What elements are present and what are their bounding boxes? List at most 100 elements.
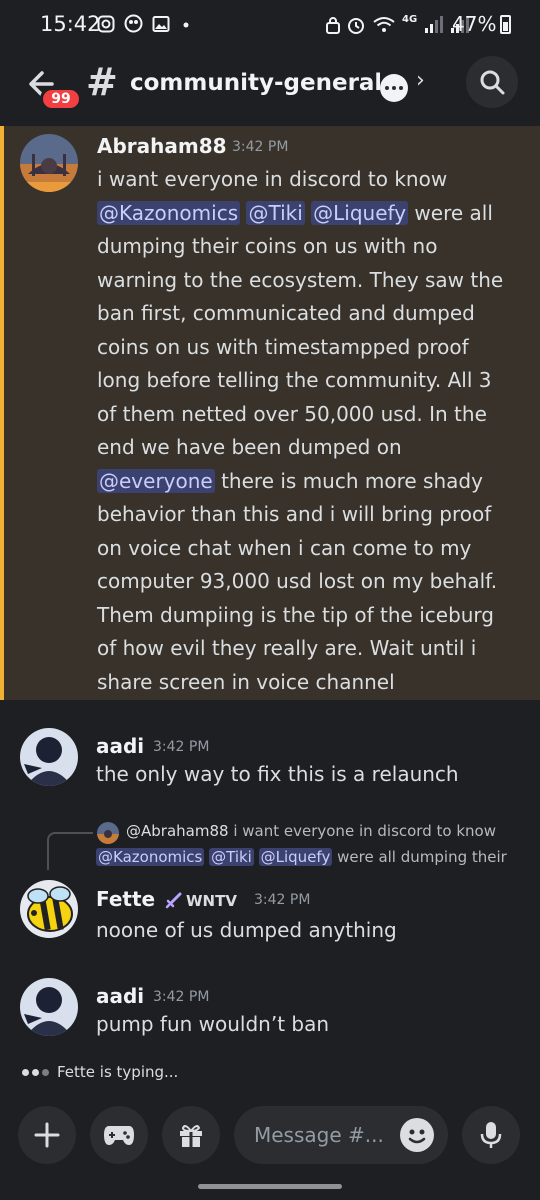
- reply-author: @Abraham88: [126, 822, 229, 840]
- message-line: @everyone there is much more shady: [97, 465, 503, 499]
- chevron-right-icon[interactable]: ›: [416, 68, 425, 93]
- message-line: Them dumpiing is the tip of the iceburg: [97, 599, 503, 633]
- message-text-segment: there is much more shady: [214, 468, 483, 493]
- reply-avatar: [97, 822, 119, 844]
- gift-button[interactable]: [162, 1106, 220, 1164]
- plus-icon: [34, 1122, 60, 1148]
- message-line: of how evil they really are. Wait until …: [97, 632, 503, 666]
- user-mention[interactable]: @Tiki: [246, 200, 305, 225]
- channel-title[interactable]: community-general-: [130, 70, 380, 96]
- avatar[interactable]: [20, 880, 78, 938]
- message-author[interactable]: aadi: [96, 984, 144, 1008]
- message-author[interactable]: aadi: [96, 734, 144, 758]
- message-content: the only way to fix this is a relaunch: [96, 762, 459, 786]
- channel-header: # community-general- ›: [0, 52, 540, 118]
- message-input[interactable]: Message #...: [234, 1106, 448, 1164]
- message-line: share screen in voice channel: [97, 666, 503, 700]
- avatar[interactable]: [20, 134, 78, 192]
- signal-icon: [425, 16, 444, 33]
- sword-icon: [165, 892, 182, 909]
- status-time: 15:42: [40, 12, 101, 36]
- message-line: of them netted over 50,000 usd. In the: [97, 398, 503, 432]
- gamepad-icon: [104, 1126, 134, 1145]
- reply-mention: @Liquefy: [258, 848, 333, 866]
- message-line: warning to the ecosystem. They saw the: [97, 264, 503, 298]
- gift-icon: [180, 1125, 202, 1147]
- reply-mention: @Tiki: [209, 848, 254, 866]
- reply-preview[interactable]: @Abraham88 i want everyone in discord to…: [126, 822, 496, 840]
- typing-indicator: Fette is typing...: [22, 1063, 178, 1081]
- role-tag[interactable]: WNTV: [164, 889, 237, 913]
- message-text-segment: share screen in voice channel: [97, 669, 395, 694]
- avatar[interactable]: [20, 978, 78, 1036]
- message-timestamp: 3:42 PM: [153, 739, 210, 755]
- user-mention[interactable]: @Kazonomics: [97, 200, 241, 225]
- message-text-segment: of them netted over 50,000 usd. In the: [97, 401, 487, 426]
- message-text-segment: computer 93,000 usd lost on my behalf.: [97, 569, 498, 593]
- speech-bubble-icon: [380, 74, 408, 102]
- message-line: coins on us with timestampped proof: [97, 331, 503, 365]
- message-text-segment: end we have been dumped on: [97, 435, 402, 459]
- reply-text: i want everyone in discord to know: [233, 822, 496, 840]
- message-text-segment: ban first, communicated and dumped: [97, 301, 475, 325]
- typing-dots-icon: [22, 1068, 49, 1076]
- message-timestamp: 3:42 PM: [232, 139, 289, 155]
- message-line: on voice chat when i can come to my: [97, 532, 503, 566]
- message-content: pump fun wouldn’t ban: [96, 1012, 330, 1036]
- message-timestamp: 3:42 PM: [254, 892, 311, 908]
- message-highlighted[interactable]: Abraham88 3:42 PM i want everyone in dis…: [0, 126, 540, 700]
- gallery-icon: [152, 15, 170, 32]
- status-system-icons: 4G: [326, 13, 470, 35]
- search-icon: [480, 70, 505, 95]
- message-text-segment: coins on us with timestampped proof: [97, 334, 469, 359]
- user-mention[interactable]: @Liquefy: [311, 200, 409, 225]
- message-text-segment: i want everyone in discord to know: [97, 167, 448, 191]
- avatar[interactable]: [20, 728, 78, 786]
- message-line: end we have been dumped on: [97, 431, 503, 465]
- instagram-icon: [97, 15, 115, 32]
- message-author[interactable]: Abraham88: [97, 134, 227, 158]
- reply-connector: [47, 832, 93, 870]
- battery-percent: 47%: [452, 12, 497, 36]
- unread-badge: 99: [40, 87, 82, 111]
- message-line: i want everyone in discord to know: [97, 163, 503, 197]
- message-text-segment: were all: [408, 200, 493, 225]
- home-indicator[interactable]: [198, 1184, 342, 1189]
- status-notification-icons: [97, 14, 193, 33]
- wifi-icon: [373, 17, 395, 32]
- reply-continuation: were all dumping their: [337, 848, 507, 866]
- typing-text: Fette is typing...: [57, 1063, 179, 1081]
- battery-icon: [500, 14, 512, 34]
- lock-icon: [326, 17, 340, 34]
- status-bar: 15:42 4G 47%: [0, 0, 540, 52]
- message-text-segment: Them dumpiing is the tip of the iceburg: [97, 602, 495, 627]
- emoji-button[interactable]: [400, 1118, 434, 1152]
- message-text-segment: long before telling the community. All 3: [97, 368, 492, 392]
- message-line: long before telling the community. All 3: [97, 364, 503, 398]
- message-text-segment: of how evil they really are. Wait until …: [97, 636, 477, 660]
- role-tag-label: WNTV: [186, 892, 237, 910]
- activities-button[interactable]: [90, 1106, 148, 1164]
- message-author[interactable]: Fette: [96, 887, 155, 911]
- add-attachment-button[interactable]: [18, 1106, 76, 1164]
- emoji-icon: [408, 1129, 426, 1144]
- message-line: behavior than this and i will bring proo…: [97, 498, 503, 532]
- reply-mention: @Kazonomics: [96, 848, 205, 866]
- message-line: @Kazonomics @Tiki @Liquefy were all: [97, 197, 503, 231]
- message-timestamp: 3:42 PM: [153, 989, 210, 1005]
- app-icon: [124, 14, 143, 33]
- search-button[interactable]: [466, 56, 518, 108]
- message-text-segment: behavior than this and i will bring proo…: [97, 502, 492, 526]
- user-mention[interactable]: @everyone: [97, 468, 215, 493]
- message-content: noone of us dumped anything: [96, 918, 397, 942]
- reply-preview-continuation: @Kazonomics @Tiki @Liquefy were all dump…: [96, 848, 507, 866]
- dot-icon: [183, 22, 189, 27]
- message-input-placeholder: Message #...: [254, 1123, 384, 1147]
- message-line: dumping their coins on us with no: [97, 230, 503, 264]
- message-line: computer 93,000 usd lost on my behalf.: [97, 565, 503, 599]
- message-text-segment: dumping their coins on us with no: [97, 234, 438, 258]
- hash-icon: #: [86, 60, 118, 104]
- network-label: 4G: [402, 13, 418, 25]
- voice-message-button[interactable]: [462, 1106, 520, 1164]
- message-line: ban first, communicated and dumped: [97, 297, 503, 331]
